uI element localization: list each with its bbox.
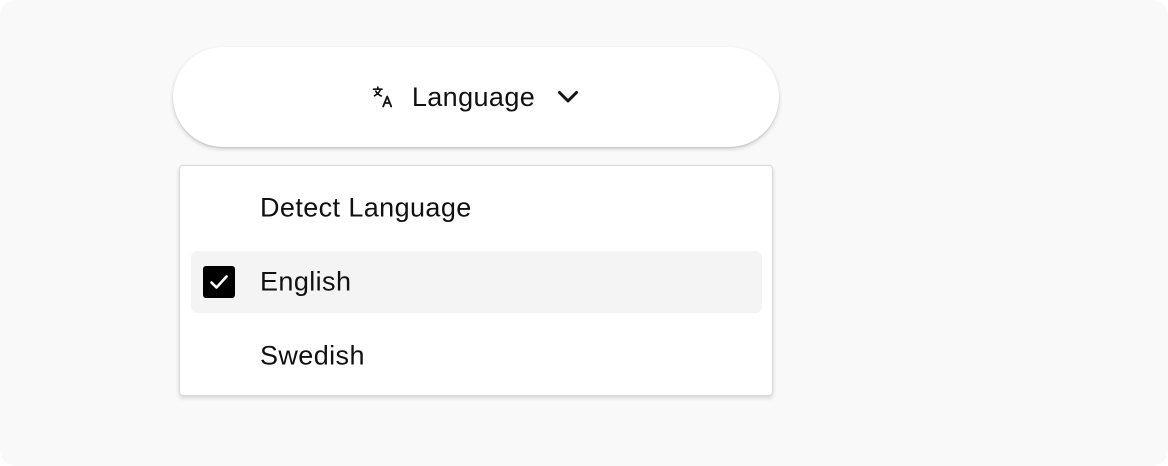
option-label: Swedish [260, 340, 365, 371]
language-button-label: Language [411, 81, 536, 112]
option-label: English [260, 266, 352, 297]
language-dropdown-menu: Detect Language English Swedish [179, 165, 773, 396]
language-select-button[interactable]: Language [173, 47, 779, 147]
checkmark-icon [210, 275, 228, 289]
checkbox-checked[interactable] [203, 266, 235, 298]
option-english[interactable]: English [191, 251, 762, 313]
option-swedish[interactable]: Swedish [191, 325, 762, 387]
option-label: Detect Language [260, 192, 472, 223]
option-detect-language[interactable]: Detect Language [191, 177, 762, 239]
translate-icon [371, 85, 395, 109]
page-canvas: Language Detect Language English Swedish [0, 0, 1168, 466]
chevron-down-icon [555, 84, 581, 110]
